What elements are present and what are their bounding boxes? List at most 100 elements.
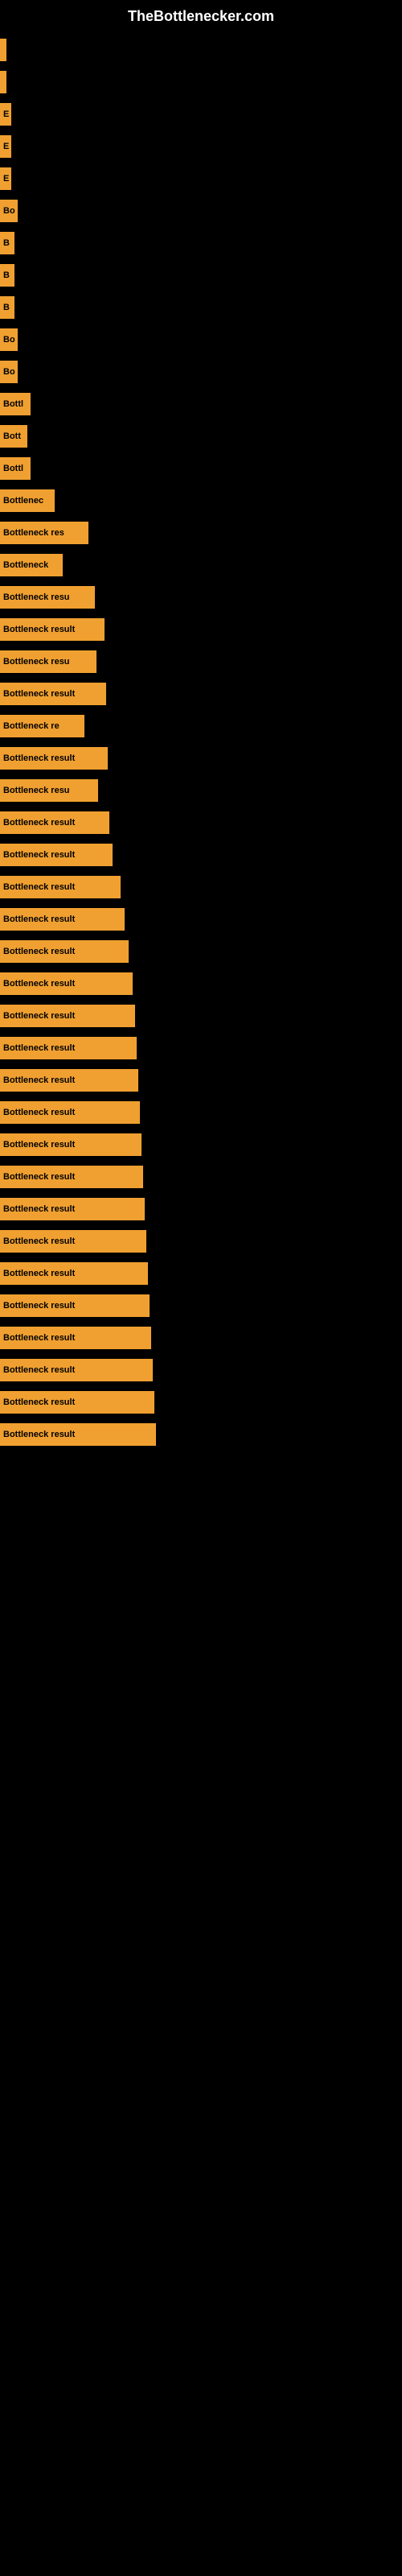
bar-28: Bottleneck result — [0, 940, 129, 963]
bar-37: Bottleneck result — [0, 1230, 146, 1253]
bar-row: Bottleneck result — [0, 745, 402, 771]
bar-label-7: B — [3, 270, 10, 280]
bar-21: Bottleneck re — [0, 715, 84, 737]
bar-row: Bottleneck result — [0, 1164, 402, 1190]
bar-label-10: Bo — [3, 367, 15, 377]
bar-24: Bottleneck result — [0, 811, 109, 834]
bar-1 — [0, 71, 6, 93]
bar-32: Bottleneck result — [0, 1069, 138, 1092]
bar-row: Bottleneck result — [0, 617, 402, 642]
bar-10: Bo — [0, 361, 18, 383]
bar-34: Bottleneck result — [0, 1133, 142, 1156]
bar-row: Bottleneck result — [0, 842, 402, 868]
bar-label-5: Bo — [3, 206, 15, 216]
bar-row: Bo — [0, 359, 402, 385]
bar-label-9: Bo — [3, 335, 15, 345]
bar-label-40: Bottleneck result — [3, 1333, 75, 1343]
bar-row: Bottleneck result — [0, 906, 402, 932]
bar-label-21: Bottleneck re — [3, 721, 59, 731]
bar-label-24: Bottleneck result — [3, 818, 75, 828]
bar-row: Bottleneck resu — [0, 584, 402, 610]
bar-row: Bottleneck re — [0, 713, 402, 739]
bar-41: Bottleneck result — [0, 1359, 153, 1381]
bar-19: Bottleneck resu — [0, 650, 96, 673]
bar-row: Bottleneck result — [0, 1228, 402, 1254]
bar-29: Bottleneck result — [0, 972, 133, 995]
bar-label-28: Bottleneck result — [3, 947, 75, 956]
bar-label-25: Bottleneck result — [3, 850, 75, 860]
bar-31: Bottleneck result — [0, 1037, 137, 1059]
bar-30: Bottleneck result — [0, 1005, 135, 1027]
bar-label-8: B — [3, 303, 10, 312]
bar-row: E — [0, 101, 402, 127]
bar-4: E — [0, 167, 11, 190]
bar-row: Bottleneck result — [0, 1003, 402, 1029]
bar-label-33: Bottleneck result — [3, 1108, 75, 1117]
bar-label-32: Bottleneck result — [3, 1075, 75, 1085]
bar-25: Bottleneck result — [0, 844, 113, 866]
bar-row: Bottleneck resu — [0, 778, 402, 803]
bar-22: Bottleneck result — [0, 747, 108, 770]
bar-label-35: Bottleneck result — [3, 1172, 75, 1182]
bar-label-23: Bottleneck resu — [3, 786, 70, 795]
bar-label-39: Bottleneck result — [3, 1301, 75, 1311]
bar-12: Bott — [0, 425, 27, 448]
bar-row — [0, 69, 402, 95]
bar-label-18: Bottleneck result — [3, 625, 75, 634]
bar-row: Bottleneck result — [0, 1132, 402, 1158]
bar-row: Bottleneck result — [0, 1293, 402, 1319]
bar-42: Bottleneck result — [0, 1391, 154, 1414]
bar-27: Bottleneck result — [0, 908, 125, 931]
bar-label-20: Bottleneck result — [3, 689, 75, 699]
bar-row: Bottleneck result — [0, 1100, 402, 1125]
bar-label-26: Bottleneck result — [3, 882, 75, 892]
bar-row: Bottleneck result — [0, 1067, 402, 1093]
bar-17: Bottleneck resu — [0, 586, 95, 609]
bar-18: Bottleneck result — [0, 618, 105, 641]
bar-row: Bottleneck result — [0, 1357, 402, 1383]
bar-row: Bottleneck — [0, 552, 402, 578]
bar-38: Bottleneck result — [0, 1262, 148, 1285]
bar-row: Bottleneck resu — [0, 649, 402, 675]
bar-row: Bottleneck res — [0, 520, 402, 546]
bar-6: B — [0, 232, 14, 254]
bar-label-41: Bottleneck result — [3, 1365, 75, 1375]
bar-5: Bo — [0, 200, 18, 222]
bar-label-42: Bottleneck result — [3, 1397, 75, 1407]
bar-label-43: Bottleneck result — [3, 1430, 75, 1439]
bar-label-14: Bottlenec — [3, 496, 43, 506]
bar-label-13: Bottl — [3, 464, 23, 473]
bar-row: B — [0, 262, 402, 288]
bar-label-19: Bottleneck resu — [3, 657, 70, 667]
bar-label-2: E — [3, 109, 9, 119]
bar-label-31: Bottleneck result — [3, 1043, 75, 1053]
bar-label-17: Bottleneck resu — [3, 592, 70, 602]
bar-13: Bottl — [0, 457, 31, 480]
bar-43: Bottleneck result — [0, 1423, 156, 1446]
bar-row: Bott — [0, 423, 402, 449]
bar-2: E — [0, 103, 11, 126]
bar-row: Bottleneck result — [0, 1325, 402, 1351]
bar-row: B — [0, 230, 402, 256]
bar-row: Bottleneck result — [0, 810, 402, 836]
bar-label-38: Bottleneck result — [3, 1269, 75, 1278]
bar-14: Bottlenec — [0, 489, 55, 512]
bar-label-16: Bottleneck — [3, 560, 48, 570]
bar-row: Bottleneck result — [0, 939, 402, 964]
bar-39: Bottleneck result — [0, 1294, 150, 1317]
bar-36: Bottleneck result — [0, 1198, 145, 1220]
bar-row: Bottleneck result — [0, 1261, 402, 1286]
bar-26: Bottleneck result — [0, 876, 121, 898]
bar-row — [0, 37, 402, 63]
bar-40: Bottleneck result — [0, 1327, 151, 1349]
bar-16: Bottleneck — [0, 554, 63, 576]
bar-row: Bottleneck result — [0, 1035, 402, 1061]
bar-35: Bottleneck result — [0, 1166, 143, 1188]
bar-label-11: Bottl — [3, 399, 23, 409]
bars-container: EEEBoBBBBoBoBottlBottBottlBottlenecBottl… — [0, 29, 402, 1454]
bar-label-36: Bottleneck result — [3, 1204, 75, 1214]
site-title: TheBottlenecker.com — [0, 0, 402, 29]
bar-label-6: B — [3, 238, 10, 248]
bar-row: Bottleneck result — [0, 971, 402, 997]
bar-row: Bottl — [0, 391, 402, 417]
